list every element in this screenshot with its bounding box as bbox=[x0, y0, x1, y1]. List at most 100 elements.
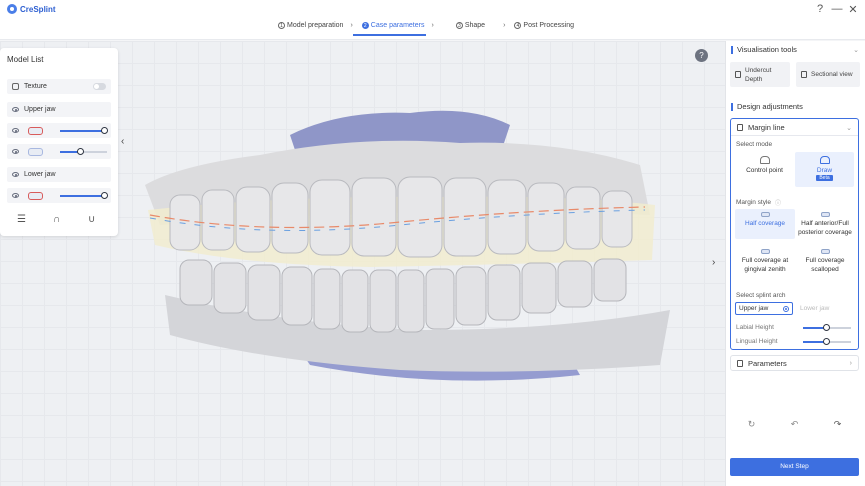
control-point-label: Control point bbox=[746, 167, 783, 174]
upper-jaw-header[interactable]: Upper jaw bbox=[7, 102, 111, 117]
eye-icon[interactable] bbox=[12, 107, 19, 112]
margin-line-icon bbox=[737, 123, 743, 131]
lower-jaw-thumbnail bbox=[28, 191, 43, 200]
select-mode-label: Select mode bbox=[736, 141, 773, 148]
labial-height-label: Labial Height bbox=[736, 324, 774, 331]
collapse-left-panel-icon[interactable]: ‹ bbox=[121, 136, 124, 147]
lingual-height-label: Lingual Height bbox=[736, 338, 778, 345]
model-list-panel: Model List Texture Upper jaw Lower jaw ☰… bbox=[0, 48, 118, 236]
jaw-stack-icon[interactable]: ☰ bbox=[17, 214, 26, 225]
mode-draw[interactable]: Draw Beta bbox=[795, 152, 854, 187]
step-label: Model preparation bbox=[287, 22, 344, 29]
sectional-view-label: Sectional view bbox=[811, 71, 853, 78]
lower-jaw-opacity-slider[interactable] bbox=[60, 192, 108, 199]
texture-icon bbox=[12, 83, 19, 90]
mode-control-point[interactable]: Control point bbox=[735, 152, 794, 187]
eye-icon[interactable] bbox=[12, 172, 19, 177]
dental-model-3d[interactable] bbox=[140, 85, 680, 390]
texture-row: Texture bbox=[7, 79, 111, 94]
upper-splint-opacity-slider[interactable] bbox=[60, 148, 107, 155]
step-shape[interactable]: 3 Shape bbox=[455, 22, 486, 29]
style-full-scalloped[interactable]: Full coverage scalloped bbox=[795, 246, 855, 276]
style-full-gingival[interactable]: Full coverage at gingival zenith bbox=[735, 246, 795, 276]
lingual-height-slider[interactable] bbox=[803, 338, 851, 345]
slider-thumb[interactable] bbox=[823, 338, 830, 345]
slider-thumb[interactable] bbox=[77, 148, 84, 155]
app-name: CreSplint bbox=[20, 4, 56, 14]
lower-jaw-header[interactable]: Lower jaw bbox=[7, 167, 111, 182]
texture-toggle[interactable] bbox=[93, 83, 106, 90]
help-icon[interactable]: ? bbox=[814, 3, 826, 15]
upper-jaw-opacity-slider[interactable] bbox=[60, 127, 108, 134]
lower-arch-icon[interactable]: ∪ bbox=[88, 214, 95, 225]
app-logo: CreSplint bbox=[7, 4, 56, 14]
margin-line-panel: Margin line ⌄ Select mode Control point … bbox=[730, 118, 859, 350]
lower-jaw-model-row bbox=[7, 188, 111, 203]
step-case-parameters[interactable]: 2 Case parameters bbox=[352, 22, 427, 36]
eye-icon[interactable] bbox=[12, 193, 19, 198]
upper-jaw-label: Upper jaw bbox=[24, 106, 56, 113]
chevron-right-icon: › bbox=[431, 22, 434, 29]
step-number: 1 bbox=[278, 22, 285, 29]
undercut-icon bbox=[735, 71, 741, 78]
info-icon[interactable]: ⓘ bbox=[775, 198, 781, 207]
slider-thumb[interactable] bbox=[101, 192, 108, 199]
workflow-steps: 1 Model preparation › 2 Case parameters … bbox=[278, 22, 574, 36]
full-scalloped-icon bbox=[820, 249, 830, 254]
full-gingival-label: Full coverage at gingival zenith bbox=[741, 257, 789, 273]
undo-icon[interactable]: ↶ bbox=[791, 419, 799, 430]
top-bar: CreSplint ? — ✕ 1 Model preparation › 2 … bbox=[0, 0, 865, 40]
slider-rest bbox=[81, 151, 107, 153]
step-number: 2 bbox=[361, 22, 369, 29]
eye-icon[interactable] bbox=[12, 128, 19, 133]
redo-icon[interactable]: ↷ bbox=[834, 419, 842, 430]
close-button[interactable]: ✕ bbox=[847, 3, 859, 16]
reset-icon[interactable]: ↻ bbox=[748, 419, 756, 430]
beta-badge: Beta bbox=[816, 175, 833, 181]
step-label: Shape bbox=[464, 22, 486, 29]
collapse-right-panel-icon[interactable]: › bbox=[712, 257, 715, 268]
next-step-button[interactable]: Next Step bbox=[730, 458, 859, 476]
full-scalloped-label: Full coverage scalloped bbox=[805, 257, 845, 273]
chevron-right-icon: › bbox=[350, 22, 353, 29]
lower-jaw-label: Lower jaw bbox=[24, 171, 56, 178]
parameters-icon bbox=[737, 359, 743, 367]
draw-icon bbox=[819, 156, 830, 164]
step-label: Post Processing bbox=[523, 22, 575, 29]
right-panel: Visualisation tools ⌄ Undercut Depth Sec… bbox=[725, 41, 865, 486]
chevron-down-icon[interactable]: ⌄ bbox=[846, 124, 852, 132]
margin-line-title: Margin line bbox=[748, 122, 785, 132]
draw-label: Draw bbox=[816, 167, 833, 174]
style-half-anterior[interactable]: Half anterior/Full posterior coverage bbox=[795, 209, 855, 243]
undercut-depth-label: Undercut Depth bbox=[745, 66, 772, 83]
eye-icon[interactable] bbox=[12, 149, 19, 154]
style-half-coverage[interactable]: Half coverage bbox=[735, 209, 795, 239]
sectional-view-button[interactable]: Sectional view bbox=[796, 62, 860, 87]
model-list-title: Model List bbox=[7, 55, 44, 64]
minimize-button[interactable]: — bbox=[831, 3, 843, 15]
lower-jaw-option-label: Lower jaw bbox=[800, 305, 830, 312]
step-model-preparation[interactable]: 1 Model preparation bbox=[278, 22, 343, 29]
upper-jaw-option[interactable]: Upper jaw bbox=[735, 302, 793, 315]
parameters-panel[interactable]: Parameters › bbox=[730, 355, 859, 371]
viewport-help-button[interactable]: ? bbox=[695, 49, 708, 62]
full-gingival-icon bbox=[760, 249, 770, 254]
visualisation-tools-title: Visualisation tools bbox=[731, 46, 797, 54]
slider-thumb[interactable] bbox=[823, 324, 830, 331]
upper-jaw-model-row-2 bbox=[7, 144, 111, 159]
chevron-down-icon[interactable]: ⌄ bbox=[853, 46, 859, 54]
upper-arch-icon[interactable]: ∩ bbox=[53, 214, 60, 225]
step-number: 4 bbox=[514, 22, 522, 29]
step-post-processing[interactable]: 4 Post Processing bbox=[514, 22, 574, 29]
upper-jaw-thumbnail bbox=[28, 126, 43, 135]
upper-splint-thumbnail bbox=[28, 147, 43, 156]
chevron-right-icon[interactable]: › bbox=[850, 360, 852, 367]
history-toolbar: ↻ ↶ ↷ bbox=[730, 416, 859, 432]
splint-arch-label: Select splint arch bbox=[736, 292, 786, 299]
lower-jaw-option[interactable]: Lower jaw bbox=[797, 302, 855, 315]
texture-label: Texture bbox=[24, 83, 47, 90]
undercut-depth-button[interactable]: Undercut Depth bbox=[730, 62, 790, 87]
margin-line-header[interactable]: Margin line ⌄ bbox=[731, 119, 858, 136]
slider-thumb[interactable] bbox=[101, 127, 108, 134]
labial-height-slider[interactable] bbox=[803, 324, 851, 331]
